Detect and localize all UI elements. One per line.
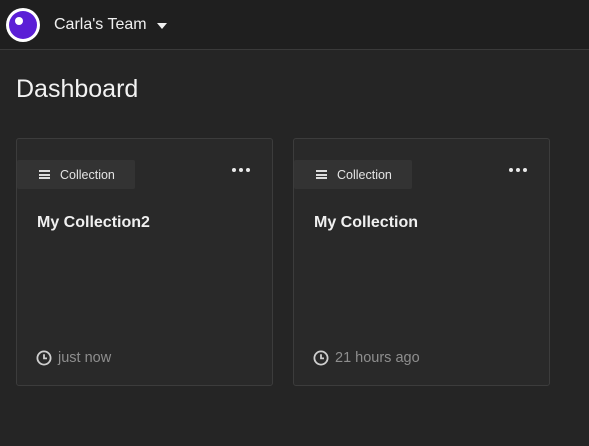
- team-name: Carla's Team: [54, 16, 147, 33]
- more-horizontal-icon[interactable]: [509, 168, 527, 172]
- top-bar: Carla's Team: [0, 0, 589, 50]
- collection-title[interactable]: My Collection: [314, 214, 418, 232]
- updated-text: just now: [58, 350, 112, 366]
- collection-type-badge: Collection: [294, 160, 412, 189]
- collection-card[interactable]: Collection My Collection 21 hours ago: [293, 138, 550, 386]
- updated-text: 21 hours ago: [335, 350, 420, 366]
- collection-card[interactable]: Collection My Collection2 just now: [16, 138, 273, 386]
- list-icon: [39, 170, 50, 179]
- updated-timestamp: 21 hours ago: [313, 350, 420, 366]
- page-title: Dashboard: [16, 75, 139, 103]
- logo-circle-icon[interactable]: [6, 8, 40, 42]
- collection-type-label: Collection: [60, 167, 115, 182]
- logo-dot: [15, 17, 23, 25]
- clock-icon: [36, 350, 52, 366]
- list-icon: [316, 170, 327, 179]
- team-switcher[interactable]: Carla's Team: [54, 16, 167, 34]
- caret-down-icon: [156, 22, 167, 29]
- collection-type-label: Collection: [337, 167, 392, 182]
- more-horizontal-icon[interactable]: [232, 168, 250, 172]
- logo-ring: [9, 11, 37, 39]
- collection-type-badge: Collection: [17, 160, 135, 189]
- updated-timestamp: just now: [36, 350, 111, 366]
- collection-title[interactable]: My Collection2: [37, 214, 150, 232]
- clock-icon: [313, 350, 329, 366]
